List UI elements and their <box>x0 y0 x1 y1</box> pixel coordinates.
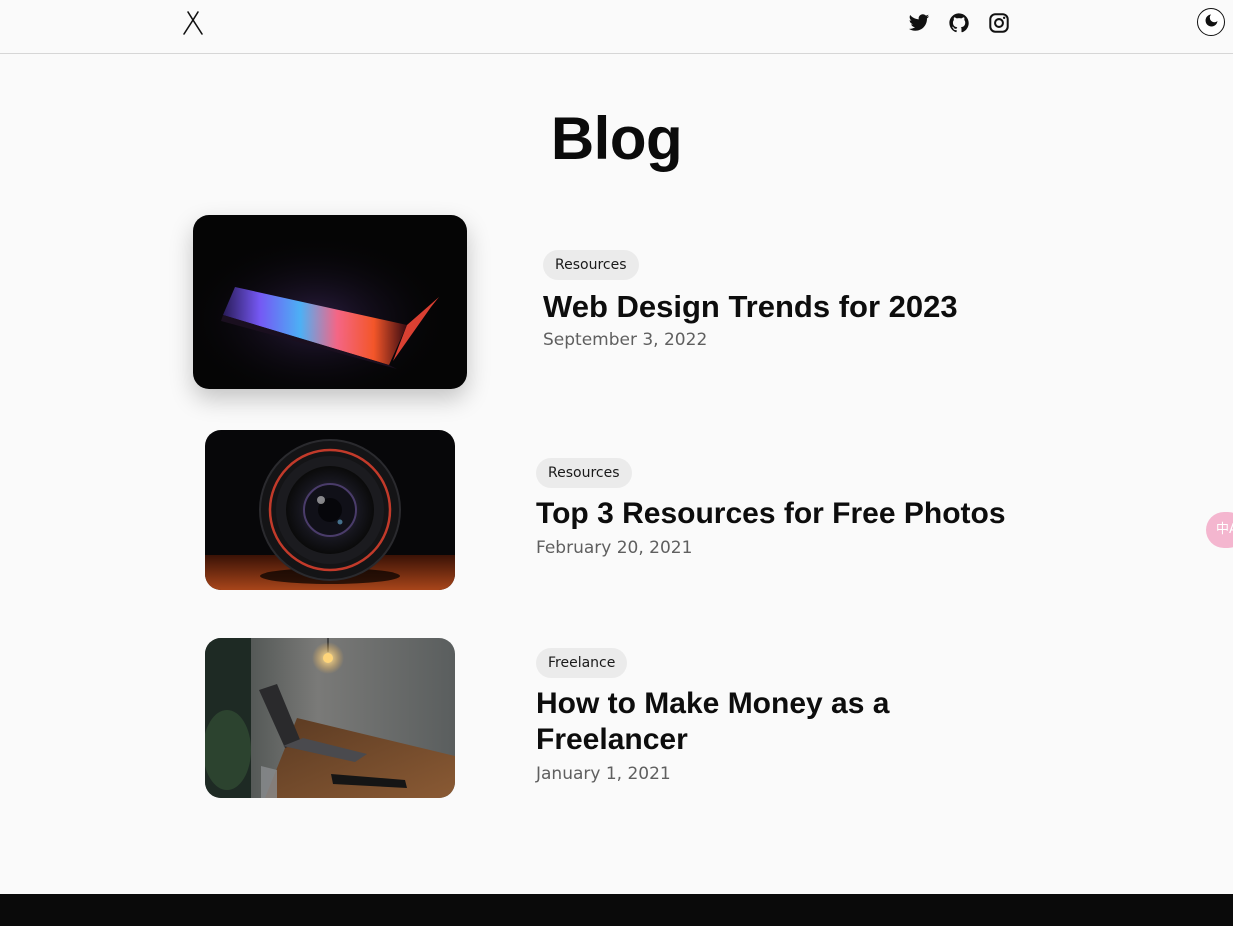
github-icon[interactable] <box>948 12 970 34</box>
site-header <box>0 0 1233 54</box>
post-date: January 1, 2021 <box>536 764 671 784</box>
post-tag[interactable]: Freelance <box>536 648 628 678</box>
site-logo-icon[interactable] <box>182 10 204 36</box>
post-tag[interactable]: Resources <box>543 250 639 280</box>
laptop-glow-image[interactable] <box>193 215 467 389</box>
page-title: Blog <box>550 105 683 172</box>
post-date: February 20, 2021 <box>536 538 693 558</box>
translate-widget-button[interactable]: 中A <box>1206 512 1233 548</box>
twitter-icon[interactable] <box>908 12 930 34</box>
desk-laptop-image[interactable] <box>205 638 455 798</box>
instagram-icon[interactable] <box>988 12 1010 34</box>
post-tag[interactable]: Resources <box>536 458 632 488</box>
moon-icon <box>1203 12 1220 32</box>
post-title[interactable]: How to Make Money as a Freelancer <box>536 686 936 758</box>
theme-toggle-button[interactable] <box>1197 8 1225 36</box>
post-date: September 3, 2022 <box>543 330 708 350</box>
camera-lens-image[interactable] <box>205 430 455 590</box>
site-footer <box>0 894 1233 926</box>
post-title[interactable]: Web Design Trends for 2023 <box>543 289 1013 325</box>
post-title[interactable]: Top 3 Resources for Free Photos <box>536 496 1016 532</box>
